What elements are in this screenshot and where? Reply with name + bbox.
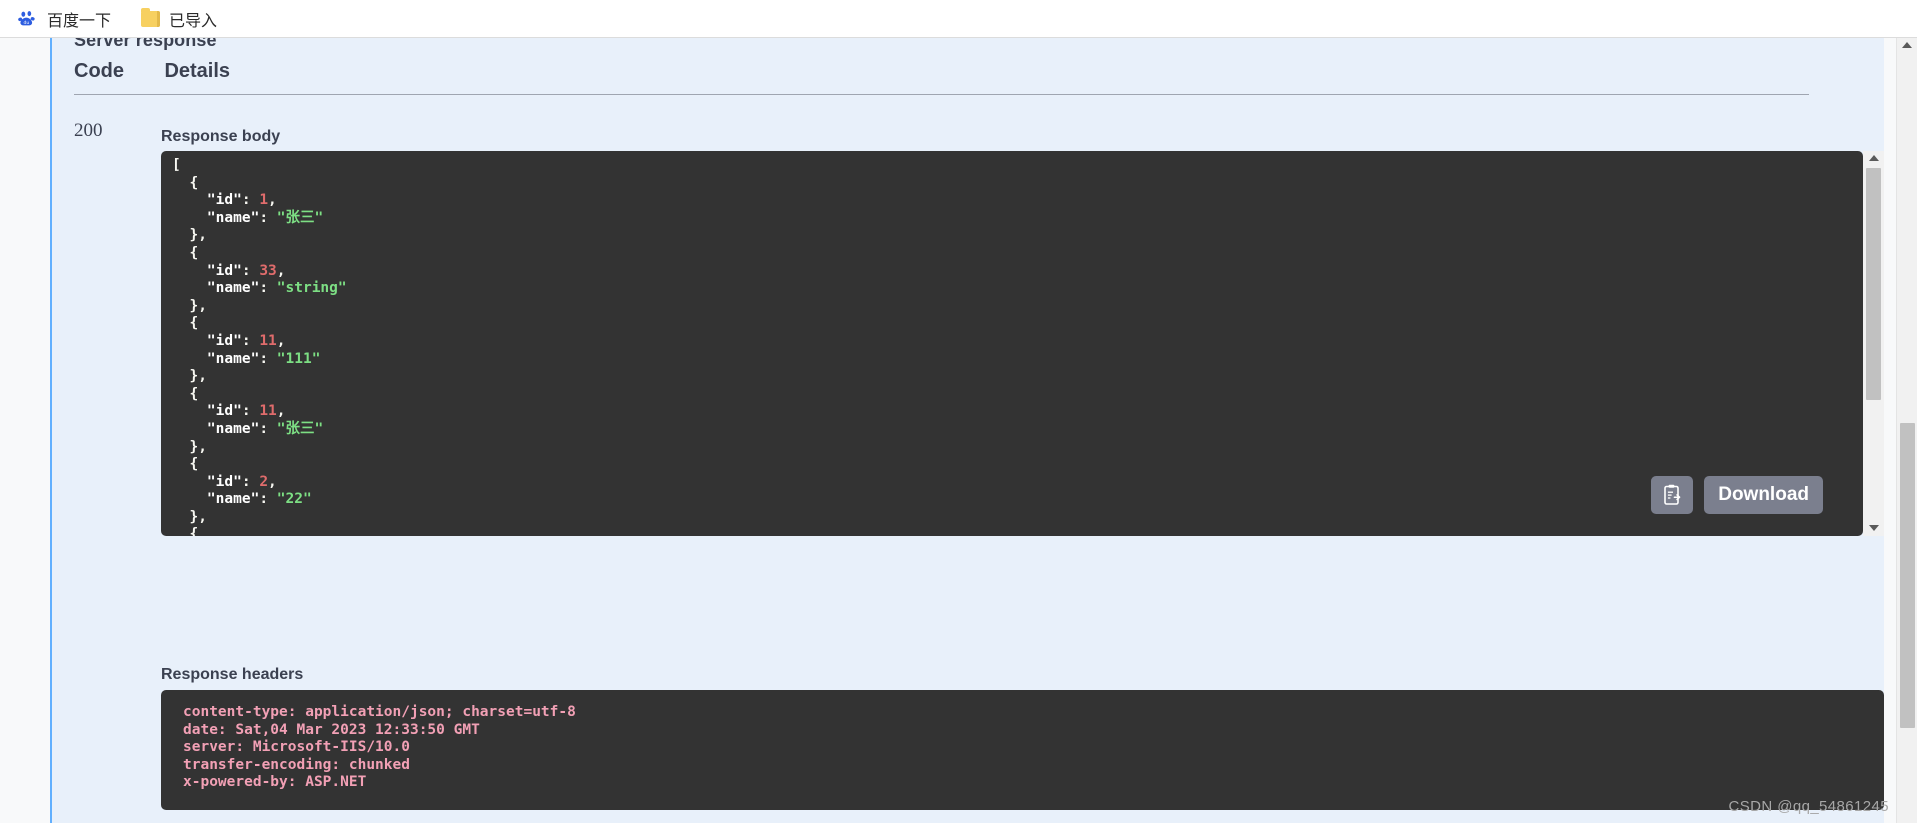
response-headers-label: Response headers [161,666,304,683]
page-viewport: Server response Code Details 200 Respons… [0,38,1917,823]
response-body-controls: Download [1651,476,1823,514]
status-code-value: 200 [74,120,103,141]
clipboard-icon [1664,484,1681,505]
bookmark-baidu[interactable]: du 百度一下 [14,5,115,33]
response-table-header: Code Details [74,60,1814,83]
response-headers-text: content-type: application/json; charset=… [183,704,576,791]
response-body-json: [ { "id": 1, "name": "张三" }, { "id": 33,… [172,157,347,536]
response-headers-code-block[interactable]: content-type: application/json; charset=… [161,690,1884,810]
response-body-code-block[interactable]: [ { "id": 1, "name": "张三" }, { "id": 33,… [161,151,1863,536]
scroll-down-arrow-icon[interactable] [1868,525,1879,531]
page-scrollbar[interactable] [1896,38,1917,823]
response-body-label: Response body [161,128,281,145]
server-response-panel: Server response Code Details 200 Respons… [50,38,1884,823]
column-header-details: Details [164,60,231,82]
bookmark-folder-imported[interactable]: 已导入 [137,5,221,33]
table-header-divider [74,94,1809,95]
scrollbar-thumb[interactable] [1866,168,1881,400]
browser-bookmarks-bar: du 百度一下 已导入 [0,0,1917,38]
svg-text:du: du [23,20,29,26]
copy-to-clipboard-button[interactable] [1651,476,1694,514]
response-body-scrollbar[interactable] [1863,151,1884,536]
scrollbar-thumb[interactable] [1900,423,1915,728]
server-response-title: Server response [74,38,217,50]
scroll-up-arrow-icon[interactable] [1868,155,1879,161]
baidu-paw-icon: du [18,10,35,26]
download-button[interactable]: Download [1704,476,1823,514]
bookmark-label: 已导入 [169,12,218,30]
column-header-code: Code [74,60,124,82]
scroll-up-arrow-icon[interactable] [1902,42,1912,48]
response-body-block-wrapper: [ { "id": 1, "name": "张三" }, { "id": 33,… [161,151,1884,536]
bookmark-label: 百度一下 [47,12,112,30]
folder-icon [141,7,161,27]
